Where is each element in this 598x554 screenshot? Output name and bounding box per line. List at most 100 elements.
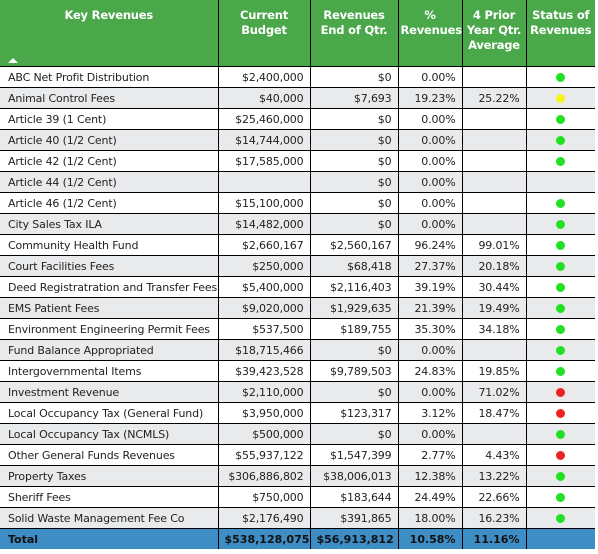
cell-status <box>525 108 595 130</box>
total-pct: 10.58% <box>397 528 462 549</box>
cell-pct-revenues: 0.00% <box>397 171 462 193</box>
table-row[interactable]: Other General Funds Revenues $55,937,122 $… <box>0 444 595 466</box>
cell-revenues-end-of-qtr: $0 <box>309 129 398 151</box>
cell-current-budget: $55,937,122 <box>217 444 310 466</box>
status-red-dot-icon <box>556 388 566 397</box>
cell-prior-year-avg: 18.47% <box>461 402 526 424</box>
cell-revenue-name: City Sales Tax ILA <box>0 213 218 235</box>
status-red-dot-icon <box>556 451 566 460</box>
cell-current-budget: $18,715,466 <box>217 339 310 361</box>
cell-prior-year-avg: 16.23% <box>461 507 526 529</box>
table-row[interactable]: Sheriff Fees $750,000 $183,644 24.49% 22.66% <box>0 486 595 508</box>
table-row[interactable]: Property Taxes $306,886,802 $38,006,013 12.… <box>0 465 595 487</box>
cell-revenue-name: Article 42 (1/2 Cent) <box>0 150 218 172</box>
table-row[interactable]: Article 39 (1 Cent) $25,460,000 $0 0.00% <box>0 108 595 130</box>
cell-pct-revenues: 0.00% <box>397 423 462 445</box>
cell-revenues-end-of-qtr: $9,789,503 <box>309 360 398 382</box>
status-green-dot-icon <box>556 304 566 313</box>
cell-pct-revenues: 0.00% <box>397 129 462 151</box>
total-budget: $538,128,075 <box>217 528 310 549</box>
cell-current-budget: $9,020,000 <box>217 297 310 319</box>
cell-current-budget: $2,660,167 <box>217 234 310 256</box>
cell-revenues-end-of-qtr: $183,644 <box>309 486 398 508</box>
cell-prior-year-avg: 13.22% <box>461 465 526 487</box>
table-row[interactable]: Animal Control Fees $40,000 $7,693 19.23% 25… <box>0 87 595 109</box>
cell-revenues-end-of-qtr: $0 <box>309 381 398 403</box>
cell-current-budget: $750,000 <box>217 486 310 508</box>
table-row[interactable]: Solid Waste Management Fee Co $2,176,490 $… <box>0 507 595 529</box>
cell-status <box>525 297 595 319</box>
cell-revenues-end-of-qtr: $68,418 <box>309 255 398 277</box>
cell-status <box>525 444 595 466</box>
column-header-current-budget[interactable]: Current Budget <box>217 0 310 67</box>
cell-revenue-name: Investment Revenue <box>0 381 218 403</box>
cell-current-budget: $537,500 <box>217 318 310 340</box>
table-row[interactable]: City Sales Tax ILA $14,482,000 $0 0.00% <box>0 213 595 235</box>
cell-pct-revenues: 0.00% <box>397 66 462 88</box>
table-row[interactable]: Fund Balance Appropriated $18,715,466 $0 0.… <box>0 339 595 361</box>
cell-revenue-name: Deed Registratration and Transfer Fees <box>0 276 218 298</box>
cell-status <box>525 234 595 256</box>
column-header-pct-revenues[interactable]: % Revenues <box>397 0 462 67</box>
column-header-revenues-end-of-qtr[interactable]: Revenues End of Qtr. <box>309 0 398 67</box>
cell-current-budget: $25,460,000 <box>217 108 310 130</box>
cell-pct-revenues: 39.19% <box>397 276 462 298</box>
total-prior-avg: 11.16% <box>461 528 526 549</box>
table-row[interactable]: Article 44 (1/2 Cent) $0 0.00% <box>0 171 595 193</box>
cell-current-budget: $500,000 <box>217 423 310 445</box>
column-header-prior-year-avg[interactable]: 4 Prior Year Qtr. Average <box>461 0 526 67</box>
cell-status <box>525 66 595 88</box>
status-green-dot-icon <box>556 262 566 271</box>
cell-current-budget: $17,585,000 <box>217 150 310 172</box>
cell-status <box>525 276 595 298</box>
status-red-dot-icon <box>556 409 566 418</box>
cell-current-budget <box>217 171 310 193</box>
status-green-dot-icon <box>556 325 566 334</box>
table-row[interactable]: Article 42 (1/2 Cent) $17,585,000 $0 0.00% <box>0 150 595 172</box>
cell-pct-revenues: 21.39% <box>397 297 462 319</box>
cell-pct-revenues: 18.00% <box>397 507 462 529</box>
table-row[interactable]: EMS Patient Fees $9,020,000 $1,929,635 21.3… <box>0 297 595 319</box>
cell-revenues-end-of-qtr: $0 <box>309 150 398 172</box>
column-header-label: Current Budget <box>239 8 289 37</box>
cell-revenue-name: Local Occupancy Tax (General Fund) <box>0 402 218 424</box>
cell-status <box>525 507 595 529</box>
cell-pct-revenues: 0.00% <box>397 108 462 130</box>
header-row: Key Revenues Current Budget Revenues End… <box>0 0 595 67</box>
table-row[interactable]: Intergovernmental Items $39,423,528 $9,789… <box>0 360 595 382</box>
cell-revenue-name: Intergovernmental Items <box>0 360 218 382</box>
sort-ascending-icon[interactable] <box>8 58 18 63</box>
table-row[interactable]: Court Facilities Fees $250,000 $68,418 27.3… <box>0 255 595 277</box>
status-green-dot-icon <box>556 346 566 355</box>
table-row[interactable]: Environment Engineering Permit Fees $537,… <box>0 318 595 340</box>
status-green-dot-icon <box>556 430 566 439</box>
cell-current-budget: $2,176,490 <box>217 507 310 529</box>
cell-revenue-name: Animal Control Fees <box>0 87 218 109</box>
cell-pct-revenues: 3.12% <box>397 402 462 424</box>
table-row[interactable]: Investment Revenue $2,110,000 $0 0.00% 71.02… <box>0 381 595 403</box>
table-row[interactable]: Deed Registratration and Transfer Fees $5… <box>0 276 595 298</box>
status-green-dot-icon <box>556 493 566 502</box>
cell-pct-revenues: 2.77% <box>397 444 462 466</box>
column-header-key-revenues[interactable]: Key Revenues <box>0 0 218 67</box>
table-row[interactable]: Article 40 (1/2 Cent) $14,744,000 $0 0.00% <box>0 129 595 151</box>
table-row[interactable]: Community Health Fund $2,660,167 $2,560,16… <box>0 234 595 256</box>
cell-revenues-end-of-qtr: $0 <box>309 171 398 193</box>
cell-pct-revenues: 19.23% <box>397 87 462 109</box>
cell-revenues-end-of-qtr: $0 <box>309 108 398 130</box>
cell-status <box>525 339 595 361</box>
cell-current-budget: $14,744,000 <box>217 129 310 151</box>
table-row[interactable]: ABC Net Profit Distribution $2,400,000 $0 0… <box>0 66 595 88</box>
status-green-dot-icon <box>556 283 566 292</box>
column-header-status[interactable]: Status of Revenues <box>525 0 595 67</box>
cell-current-budget: $5,400,000 <box>217 276 310 298</box>
cell-prior-year-avg: 19.85% <box>461 360 526 382</box>
cell-status <box>525 423 595 445</box>
table-row[interactable]: Article 46 (1/2 Cent) $15,100,000 $0 0.00% <box>0 192 595 214</box>
cell-status <box>525 465 595 487</box>
table-row[interactable]: Local Occupancy Tax (General Fund) $3,950… <box>0 402 595 424</box>
cell-current-budget: $15,100,000 <box>217 192 310 214</box>
revenue-table-container: Key Revenues Current Budget Revenues End… <box>0 0 595 549</box>
table-row[interactable]: Local Occupancy Tax (NCMLS) $500,000 $0 0.0… <box>0 423 595 445</box>
cell-current-budget: $250,000 <box>217 255 310 277</box>
